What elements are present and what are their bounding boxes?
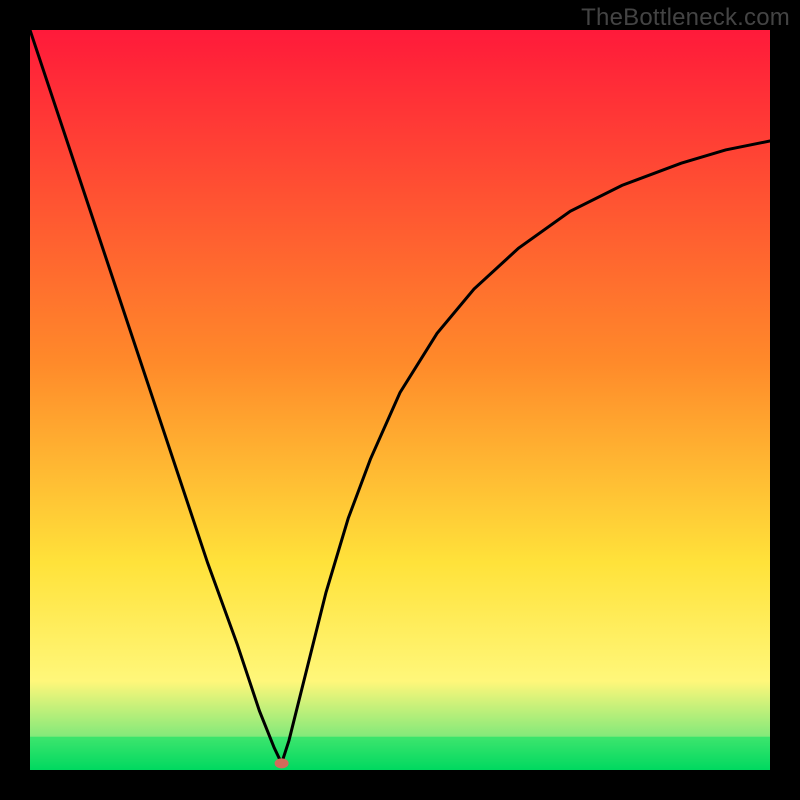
minimum-marker xyxy=(275,758,289,768)
chart-svg xyxy=(30,30,770,770)
bottom-green-band xyxy=(30,737,770,770)
watermark-text: TheBottleneck.com xyxy=(581,4,790,32)
gradient-background xyxy=(30,30,770,770)
chart-frame: TheBottleneck.com xyxy=(0,0,800,800)
plot-area xyxy=(30,30,770,770)
